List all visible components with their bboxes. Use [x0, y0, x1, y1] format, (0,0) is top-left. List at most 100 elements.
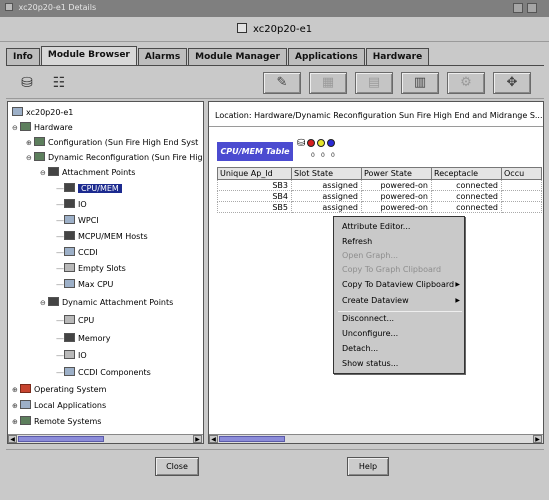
column-header[interactable]: Receptacle — [431, 167, 502, 180]
location-divider — [209, 126, 543, 127]
scroll-left-icon[interactable]: ◀ — [209, 435, 218, 443]
scroll-left-icon[interactable]: ◀ — [8, 435, 17, 443]
warning-alarm-icon — [317, 139, 326, 147]
tab-hardware[interactable]: Hardware — [365, 48, 430, 66]
close-button[interactable]: Close — [155, 457, 199, 476]
collapse-icon[interactable]: ⊖ — [40, 296, 48, 310]
data-table[interactable]: Unique Ap_Id Slot State Power State Rece… — [217, 167, 542, 213]
scroll-right-icon[interactable]: ▶ — [193, 435, 202, 443]
window-menu-icon[interactable] — [5, 3, 13, 11]
memory-icon — [64, 333, 75, 342]
help-button[interactable]: Help — [347, 457, 389, 476]
alarm-legend: ⛁ 0 0 0 — [297, 138, 336, 159]
menu-item-unconfigure[interactable]: Unconfigure... — [342, 328, 398, 340]
tree-item[interactable]: xc20p20-e1 — [12, 106, 73, 120]
location-bar: Location: Hardware/Dynamic Reconfigurati… — [215, 111, 543, 120]
toolbar-divider — [6, 98, 544, 99]
collapse-icon[interactable]: ⊖ — [40, 166, 48, 180]
tree-item[interactable]: — CPU — [56, 314, 94, 328]
host-icon — [236, 23, 247, 33]
menu-item-show-status[interactable]: Show status... — [342, 358, 398, 370]
hierarchy-icon[interactable]: ☷ — [50, 74, 68, 92]
tree-item[interactable]: ⊖ Hardware — [12, 121, 73, 135]
target-icon[interactable]: ✥ — [493, 72, 531, 94]
menu-item-copy-dataview-clipboard[interactable]: Copy To Dataview Clipboard — [342, 279, 454, 291]
tree-item[interactable]: ⊕ Configuration (Sun Fire High End Syst — [26, 136, 198, 150]
tree-item[interactable]: — MCPU/MEM Hosts — [56, 230, 148, 244]
expand-icon[interactable]: ⊕ — [12, 399, 20, 413]
submenu-arrow-icon: ▶ — [455, 281, 460, 288]
tree-item[interactable]: ⊖ Dynamic Reconfiguration (Sun Fire High — [26, 151, 203, 165]
tree-item[interactable]: ⊖ Dynamic Attachment Points — [40, 296, 173, 310]
menu-item-attribute-editor[interactable]: Attribute Editor... — [342, 221, 410, 233]
menu-item-open-graph[interactable]: Open Graph... — [342, 250, 398, 262]
details-header: xc20p20-e1 — [0, 17, 549, 42]
tree-item[interactable]: ⊕ Operating System — [12, 383, 106, 397]
gear-icon[interactable]: ⚙ — [447, 72, 485, 94]
window-title: xc20p20-e1 Details — [18, 3, 97, 12]
expand-icon[interactable]: ⊕ — [12, 383, 20, 397]
host-icon — [12, 107, 23, 116]
remote-icon — [20, 416, 31, 425]
footer-divider — [6, 449, 544, 450]
collapse-icon[interactable]: ⊖ — [26, 151, 34, 165]
tab-underline — [6, 65, 544, 66]
table-row[interactable]: SB5 assigned powered-on connected — [217, 201, 542, 213]
table-row[interactable]: SB3 assigned powered-on connected — [217, 179, 542, 191]
tree-item[interactable]: — CCDI — [56, 246, 98, 260]
menu-item-detach[interactable]: Detach... — [342, 343, 378, 355]
column-header[interactable]: Power State — [361, 167, 432, 180]
tab-alarms[interactable]: Alarms — [137, 48, 188, 66]
collapse-icon[interactable]: ⊖ — [12, 121, 20, 135]
table-view-icon[interactable]: ▥ — [401, 72, 439, 94]
tree-hscrollbar[interactable]: ◀ ▶ — [8, 434, 203, 443]
maximize-icon[interactable] — [527, 3, 537, 13]
tree-item[interactable]: — Empty Slots — [56, 262, 126, 276]
tree-item[interactable]: — WPCI — [56, 214, 99, 228]
tree-item[interactable]: — Max CPU — [56, 278, 113, 292]
tree-item[interactable]: ⊖ Attachment Points — [40, 166, 135, 180]
tree-item[interactable]: ⊕ Remote Systems — [12, 415, 101, 429]
scroll-thumb[interactable] — [18, 436, 104, 442]
tab-module-manager[interactable]: Module Manager — [188, 48, 287, 66]
grid-icon[interactable]: ▦ — [309, 72, 347, 94]
tree-item[interactable]: ⊕ Local Applications — [12, 399, 106, 413]
menu-separator — [338, 311, 462, 312]
table-icon: ⛁ — [297, 138, 306, 149]
expand-icon[interactable]: ⊕ — [26, 136, 34, 150]
tab-bar: Info Module Browser Alarms Module Manage… — [6, 46, 430, 66]
apps-icon — [20, 400, 31, 409]
edit-icon[interactable]: ✎ — [263, 72, 301, 94]
grid-disabled-icon[interactable]: ▤ — [355, 72, 393, 94]
tab-applications[interactable]: Applications — [287, 48, 365, 66]
submenu-arrow-icon: ▶ — [455, 297, 460, 304]
column-header[interactable]: Occu — [501, 167, 542, 180]
tree-item[interactable]: — IO — [56, 198, 87, 212]
ccdi-icon — [64, 367, 75, 376]
tab-info[interactable]: Info — [6, 48, 40, 66]
scroll-right-icon[interactable]: ▶ — [533, 435, 542, 443]
expand-icon[interactable]: ⊕ — [12, 415, 20, 429]
menu-item-create-dataview[interactable]: Create Dataview — [342, 295, 409, 307]
menu-item-disconnect[interactable]: Disconnect... — [342, 313, 394, 325]
column-header[interactable]: Unique Ap_Id — [217, 167, 292, 180]
table-row[interactable]: SB4 assigned powered-on connected — [217, 190, 542, 202]
table-hscrollbar[interactable]: ◀ ▶ — [209, 434, 543, 443]
mcpu-icon — [64, 231, 75, 240]
tree-item[interactable]: — IO — [56, 349, 87, 363]
module-browser-icon[interactable]: ⛁ — [18, 74, 36, 92]
ccdi-icon — [64, 247, 75, 256]
menu-item-refresh[interactable]: Refresh — [342, 236, 372, 248]
menu-item-copy-graph-clipboard[interactable]: Copy To Graph Clipboard — [342, 264, 441, 276]
tab-module-browser[interactable]: Module Browser — [40, 46, 137, 66]
tree-item-selected[interactable]: — CPU/MEM — [56, 182, 122, 196]
window-titlebar[interactable]: xc20p20-e1 Details — [0, 0, 549, 17]
maxcpu-icon — [64, 279, 75, 288]
scroll-thumb[interactable] — [219, 436, 285, 442]
column-header[interactable]: Slot State — [291, 167, 362, 180]
tree-panel[interactable]: xc20p20-e1 ⊖ Hardware ⊕ Configuration (Sun… — [7, 101, 204, 444]
minimize-icon[interactable] — [513, 3, 523, 13]
tree-item[interactable]: — CCDI Components — [56, 366, 151, 380]
action-toolbar: ✎ ▦ ▤ ▥ ⚙ ✥ — [263, 72, 531, 94]
tree-item[interactable]: — Memory — [56, 332, 111, 346]
